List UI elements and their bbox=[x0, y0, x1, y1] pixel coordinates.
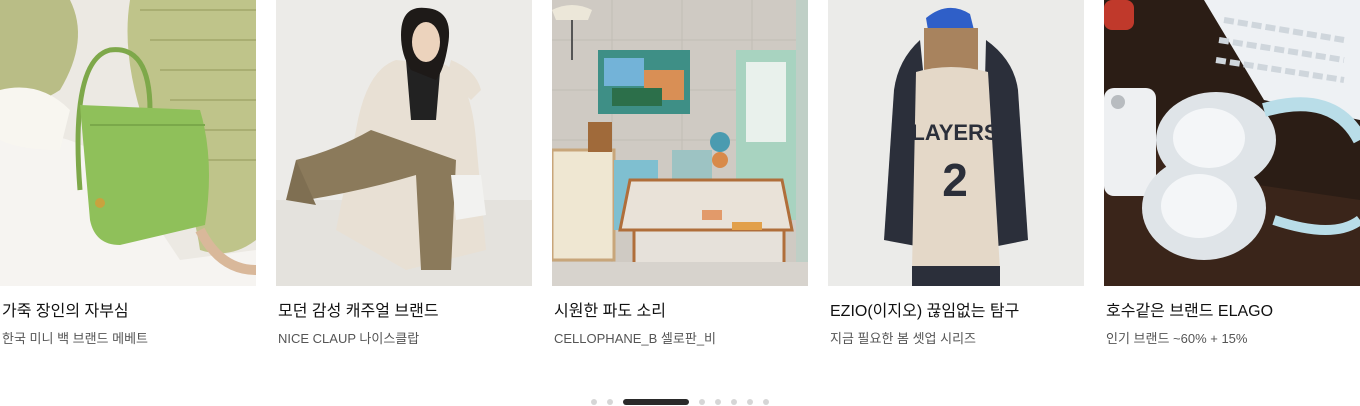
jersey-number: 2 bbox=[942, 154, 968, 206]
carousel-card-4[interactable]: LAYERS 2 EZIO(이지오) 끊임없는 탐구 지금 필요한 봄 셋업 시… bbox=[828, 0, 1084, 348]
pagination-dot-5[interactable] bbox=[715, 399, 721, 405]
carousel-card-1[interactable]: 가죽 장인의 자부심 한국 미니 백 브랜드 메베트 bbox=[0, 0, 256, 348]
card-subtitle[interactable]: 인기 브랜드 ~60% + 15% bbox=[1106, 330, 1360, 348]
carousel-card-2[interactable]: 모던 감성 캐주얼 브랜드 NICE CLAUP 나이스클랍 bbox=[276, 0, 532, 348]
pagination-dot-7[interactable] bbox=[747, 399, 753, 405]
card-subtitle[interactable]: NICE CLAUP 나이스클랍 bbox=[278, 330, 532, 348]
pagination-dot-2[interactable] bbox=[607, 399, 613, 405]
pagination-dot-1[interactable] bbox=[591, 399, 597, 405]
card-subtitle[interactable]: 지금 필요한 봄 셋업 시리즈 bbox=[830, 330, 1084, 348]
carousel-pagination bbox=[0, 399, 1360, 406]
carousel-card-5[interactable]: 호수같은 브랜드 ELAGO 인기 브랜드 ~60% + 15% bbox=[1104, 0, 1360, 348]
headphone-case-photo bbox=[1104, 0, 1360, 286]
brand-carousel: 가죽 장인의 자부심 한국 미니 백 브랜드 메베트 모던 감성 캐주얼 브랜드… bbox=[0, 0, 1360, 406]
card-image[interactable] bbox=[552, 0, 808, 286]
card-title[interactable]: 시원한 파도 소리 bbox=[554, 302, 808, 322]
fashion-photo bbox=[276, 0, 532, 286]
card-title[interactable]: EZIO(이지오) 끊임없는 탐구 bbox=[830, 302, 1084, 322]
card-image[interactable] bbox=[276, 0, 532, 286]
card-image[interactable]: LAYERS 2 bbox=[828, 0, 1084, 286]
card-subtitle[interactable]: CELLOPHANE_B 셀로판_비 bbox=[554, 330, 808, 348]
card-subtitle[interactable]: 한국 미니 백 브랜드 메베트 bbox=[2, 330, 256, 348]
card-image[interactable] bbox=[1104, 0, 1360, 286]
pagination-dot-8[interactable] bbox=[763, 399, 769, 405]
cardigan-photo: LAYERS 2 bbox=[828, 0, 1084, 286]
carousel-card-3[interactable]: 시원한 파도 소리 CELLOPHANE_B 셀로판_비 bbox=[552, 0, 808, 348]
pagination-dot-3-active[interactable] bbox=[623, 399, 689, 405]
card-title[interactable]: 가죽 장인의 자부심 bbox=[2, 302, 256, 322]
pagination-dot-6[interactable] bbox=[731, 399, 737, 405]
card-image[interactable] bbox=[0, 0, 256, 286]
pagination-dot-4[interactable] bbox=[699, 399, 705, 405]
bag-photo bbox=[0, 0, 256, 286]
jersey-text: LAYERS bbox=[911, 120, 998, 145]
interior-photo bbox=[552, 0, 808, 286]
card-title[interactable]: 호수같은 브랜드 ELAGO bbox=[1106, 302, 1360, 322]
card-title[interactable]: 모던 감성 캐주얼 브랜드 bbox=[278, 302, 532, 322]
